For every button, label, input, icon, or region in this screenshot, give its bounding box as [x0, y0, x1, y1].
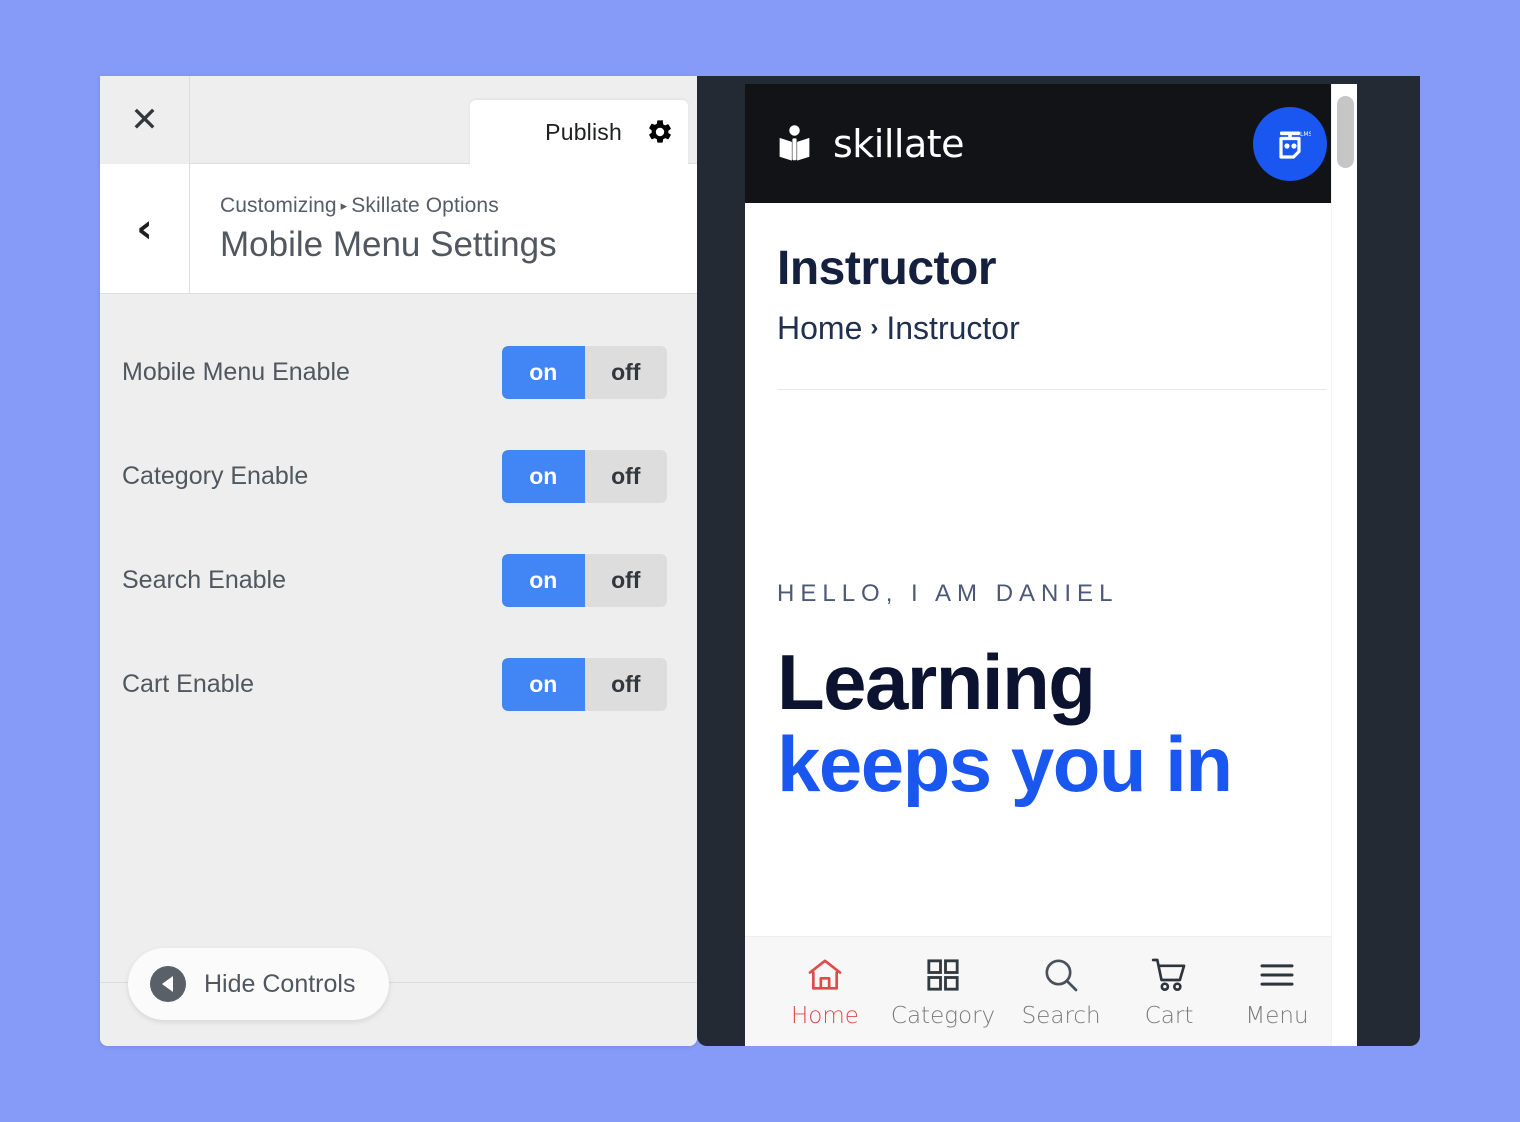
hero-title-line1: Learning: [777, 637, 1096, 726]
site-brand-name: skillate: [833, 121, 965, 166]
grid-icon: [927, 958, 959, 991]
chevron-right-icon: ›: [870, 314, 879, 342]
preview-scrollbar-thumb[interactable]: [1337, 96, 1354, 168]
toggle-off-option[interactable]: off: [584, 449, 667, 503]
toggle-off-option[interactable]: off: [584, 657, 667, 711]
nav-label-menu: Menu: [1245, 1002, 1309, 1029]
book-reader-logo-icon: [779, 124, 810, 161]
chevron-left-icon: ‹: [136, 206, 153, 252]
breadcrumb: Customizing ▸ Skillate Options: [220, 191, 557, 220]
preview-page-title: Instructor: [777, 242, 997, 295]
hero-title-line2: keeps you in: [777, 719, 1233, 808]
toggle-off-option[interactable]: off: [584, 345, 667, 399]
nav-label-cart: Cart: [1144, 1002, 1194, 1029]
gear-icon[interactable]: [646, 118, 674, 146]
nav-item-cart[interactable]: Cart: [1127, 955, 1211, 1029]
hide-controls-label: Hide Controls: [204, 969, 356, 998]
nav-label-category: Category: [890, 1002, 996, 1029]
hero-eyebrow: HELLO, I AM DANIEL: [777, 579, 1119, 607]
toggle-search-enable[interactable]: on off: [502, 553, 667, 607]
customizer-section-header: ‹ Customizing ▸ Skillate Options Mobile Me…: [100, 164, 697, 294]
preview-breadcrumb: Home › Instructor: [777, 310, 1327, 347]
hero-title: Learning keeps you in: [777, 637, 1327, 808]
setting-row: Cart Enable on off: [100, 632, 697, 736]
breadcrumb-section[interactable]: Skillate Options: [351, 194, 499, 217]
toggle-on-option[interactable]: on: [502, 553, 585, 607]
device-frame: skillate LMS Instructor Home › Instructo…: [697, 76, 1420, 1046]
setting-label-search-enable: Search Enable: [122, 565, 287, 594]
customizer-panel: ✕ Publish ‹ Customizing ▸ Skillate Options…: [100, 76, 697, 1046]
nav-item-menu[interactable]: Menu: [1235, 955, 1319, 1029]
preview-scrollbar[interactable]: [1331, 84, 1357, 1046]
svg-text:LMS: LMS: [1300, 131, 1311, 138]
search-icon: [1045, 959, 1078, 991]
breadcrumb-home-link[interactable]: Home: [777, 310, 862, 347]
nav-item-home[interactable]: Home: [783, 955, 867, 1029]
toggle-on-option[interactable]: on: [502, 449, 585, 503]
nav-item-category[interactable]: Category: [891, 955, 995, 1029]
nav-label-home: Home: [791, 1002, 859, 1029]
publish-tab[interactable]: Publish: [470, 100, 688, 164]
breadcrumb-current: Instructor: [886, 309, 1020, 346]
customizer-topbar: ✕ Publish: [100, 76, 697, 164]
back-button[interactable]: ‹: [100, 164, 190, 294]
close-customizer-button[interactable]: ✕: [100, 76, 190, 164]
setting-label-mobile-menu-enable: Mobile Menu Enable: [122, 357, 350, 386]
publish-button[interactable]: Publish: [545, 119, 646, 146]
setting-row: Search Enable on off: [100, 528, 697, 632]
nav-item-search[interactable]: Search: [1019, 955, 1103, 1029]
hero-section: HELLO, I AM DANIEL Learning keeps you in: [777, 580, 1327, 806]
preview-screen: skillate LMS Instructor Home › Instructo…: [745, 84, 1357, 1046]
toggle-on-option[interactable]: on: [502, 345, 585, 399]
setting-label-cart-enable: Cart Enable: [122, 669, 255, 698]
toggle-category-enable[interactable]: on off: [502, 449, 667, 503]
site-body: Instructor Home › Instructor HELLO, I AM…: [745, 203, 1357, 1046]
toggle-on-option[interactable]: on: [502, 657, 585, 711]
site-brand[interactable]: skillate: [777, 121, 965, 166]
mobile-bottom-nav: Home Category Search Cart Menu: [745, 936, 1357, 1046]
setting-row: Mobile Menu Enable on off: [100, 320, 697, 424]
customizer-header-text: Customizing ▸ Skillate Options Mobile Menu…: [220, 164, 557, 294]
toggle-off-option[interactable]: off: [584, 553, 667, 607]
page-title: Mobile Menu Settings: [220, 225, 557, 265]
settings-list: Mobile Menu Enable on off Category Enabl…: [100, 294, 697, 1046]
site-header: skillate LMS: [745, 84, 1357, 203]
hamburger-icon: [1260, 963, 1294, 986]
breadcrumb-separator-icon: ▸: [340, 197, 348, 213]
hide-controls-button[interactable]: Hide Controls: [128, 948, 390, 1020]
breadcrumb-root[interactable]: Customizing: [220, 194, 337, 217]
setting-label-category-enable: Category Enable: [122, 461, 309, 490]
toggle-mobile-menu-enable[interactable]: on off: [502, 345, 667, 399]
toggle-cart-enable[interactable]: on off: [502, 657, 667, 711]
cart-icon: [1151, 958, 1186, 991]
close-icon: ✕: [130, 100, 159, 140]
lms-badge-icon[interactable]: LMS: [1253, 106, 1327, 181]
collapse-left-icon: [150, 966, 186, 1002]
home-icon: [808, 959, 842, 990]
nav-label-search: Search: [1021, 1002, 1101, 1029]
divider: [777, 388, 1327, 390]
setting-row: Category Enable on off: [100, 424, 697, 528]
